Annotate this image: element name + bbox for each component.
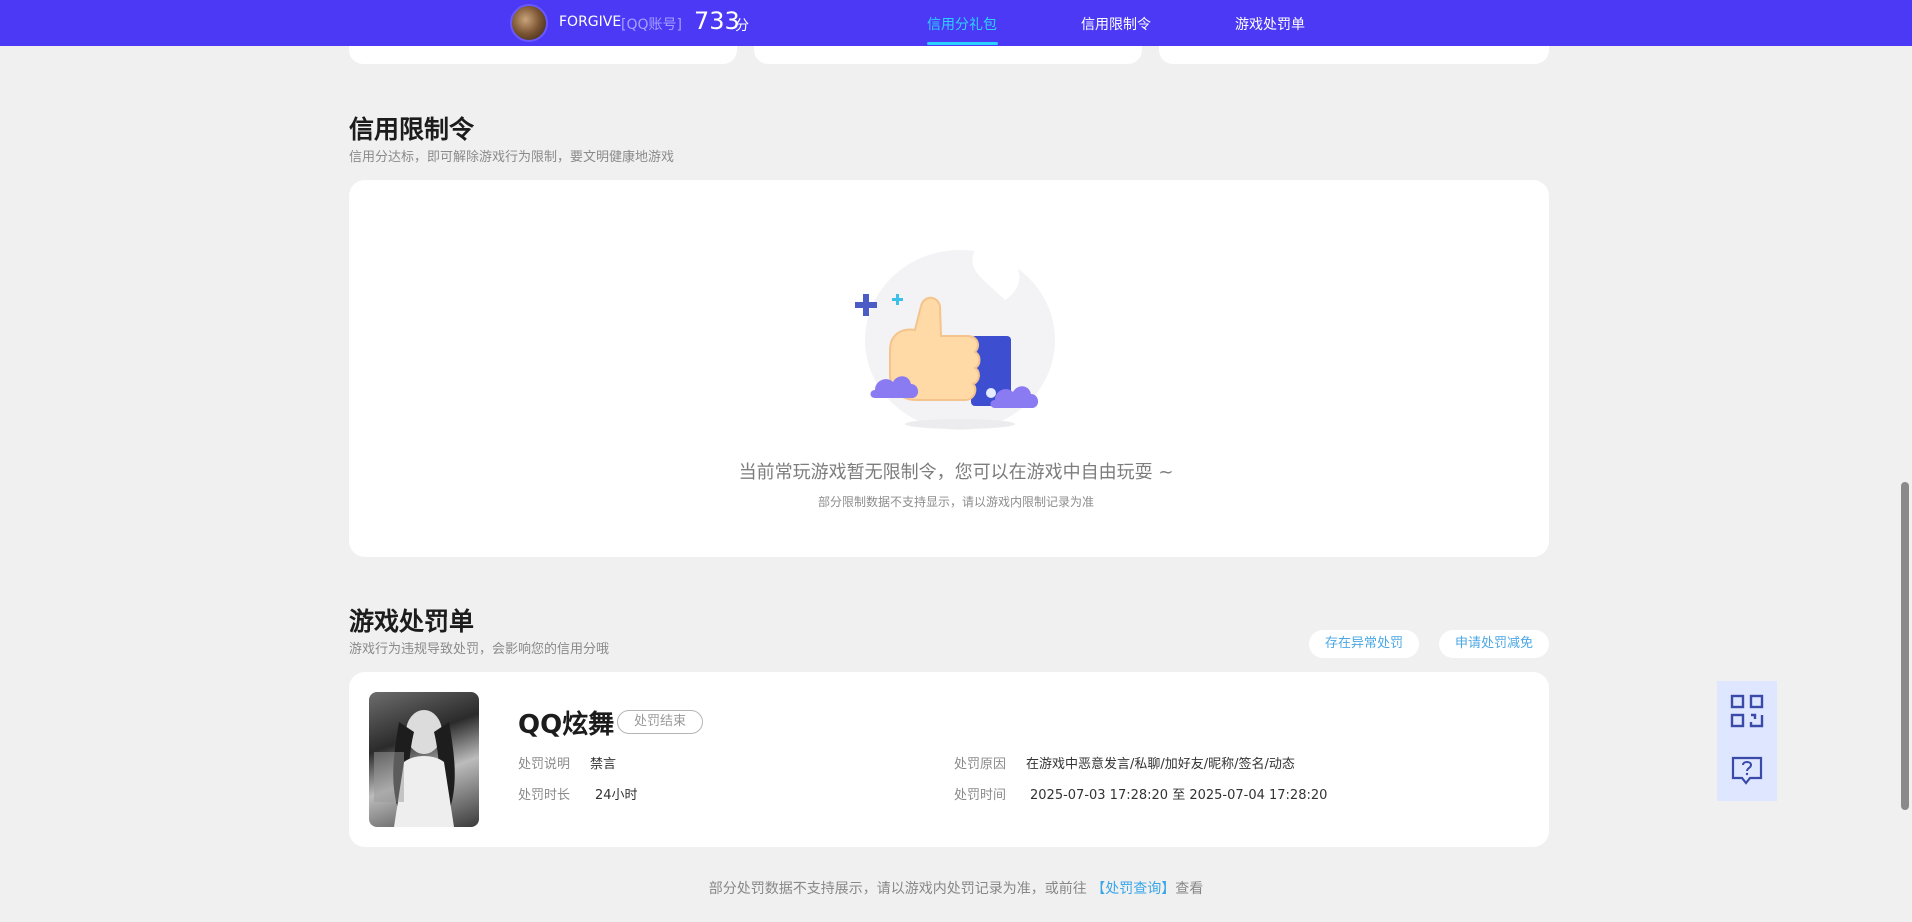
restriction-title: 信用限制令 (349, 115, 475, 144)
penalty-subtitle: 游戏行为违规导致处罚，会影响您的信用分哦 (349, 642, 610, 657)
page-scrollbar-thumb[interactable] (1901, 482, 1909, 810)
credit-score-unit: 分 (735, 18, 749, 34)
penalty-time-label: 处罚时间 (954, 788, 1007, 803)
penalty-query-link[interactable]: 【处罚查询】 (1091, 881, 1175, 897)
appeal-penalty-button[interactable]: 申请处罚减免 (1439, 630, 1549, 658)
penalty-time-value: 2025-07-03 17:28:20 至 2025-07-04 17:28:2… (1030, 788, 1328, 803)
footer-note-suffix: 查看 (1175, 881, 1204, 897)
penalty-duration-value: 24小时 (595, 788, 638, 803)
game-name: QQ炫舞 (518, 710, 615, 740)
tab-credit-gift[interactable]: 信用分礼包 (927, 14, 997, 34)
qr-code-icon (1730, 694, 1764, 728)
empty-state-note: 部分限制数据不支持显示，请以游戏内限制记录为准 (817, 495, 1094, 509)
qr-code-button[interactable] (1717, 681, 1777, 741)
status-badge: 处罚结束 (617, 710, 703, 734)
top-nav-bar: FORGIVE [QQ账号] 733 分 信用分礼包 信用限制令 游戏处罚单 (0, 0, 1912, 46)
thumbs-up-icon (855, 249, 1055, 430)
penalty-reason-label: 处罚原因 (954, 757, 1007, 772)
active-tab-underline (927, 42, 998, 45)
penalty-duration-label: 处罚时长 (518, 788, 571, 803)
tab-game-penalty[interactable]: 游戏处罚单 (1235, 14, 1305, 34)
credit-score: 733 (694, 7, 740, 35)
abnormal-penalty-button[interactable]: 存在异常处罚 (1309, 630, 1419, 658)
game-thumbnail (369, 692, 479, 827)
penalty-desc-label: 处罚说明 (518, 757, 571, 772)
penalty-desc-value: 禁言 (590, 757, 617, 772)
footer-note: 部分处罚数据不支持展示，请以游戏内处罚记录为准，或前往 【处罚查询】查看 (0, 878, 1912, 898)
help-button[interactable] (1717, 741, 1777, 801)
restriction-subtitle: 信用分达标，即可解除游戏行为限制，要文明健康地游戏 (349, 150, 675, 165)
penalty-title: 游戏处罚单 (349, 607, 475, 636)
empty-state-message: 当前常玩游戏暂无限制令，您可以在游戏中自由玩耍 ~ (738, 462, 1174, 483)
username: FORGIVE (559, 14, 622, 30)
account-tag: [QQ账号] (621, 17, 682, 33)
footer-note-prefix: 部分处罚数据不支持展示，请以游戏内处罚记录为准，或前往 (708, 881, 1087, 897)
penalty-reason-value: 在游戏中恶意发言/私聊/加好友/昵称/签名/动态 (1026, 757, 1295, 772)
avatar[interactable] (510, 4, 548, 42)
tab-credit-restriction[interactable]: 信用限制令 (1081, 14, 1151, 34)
help-chat-icon (1731, 756, 1763, 785)
